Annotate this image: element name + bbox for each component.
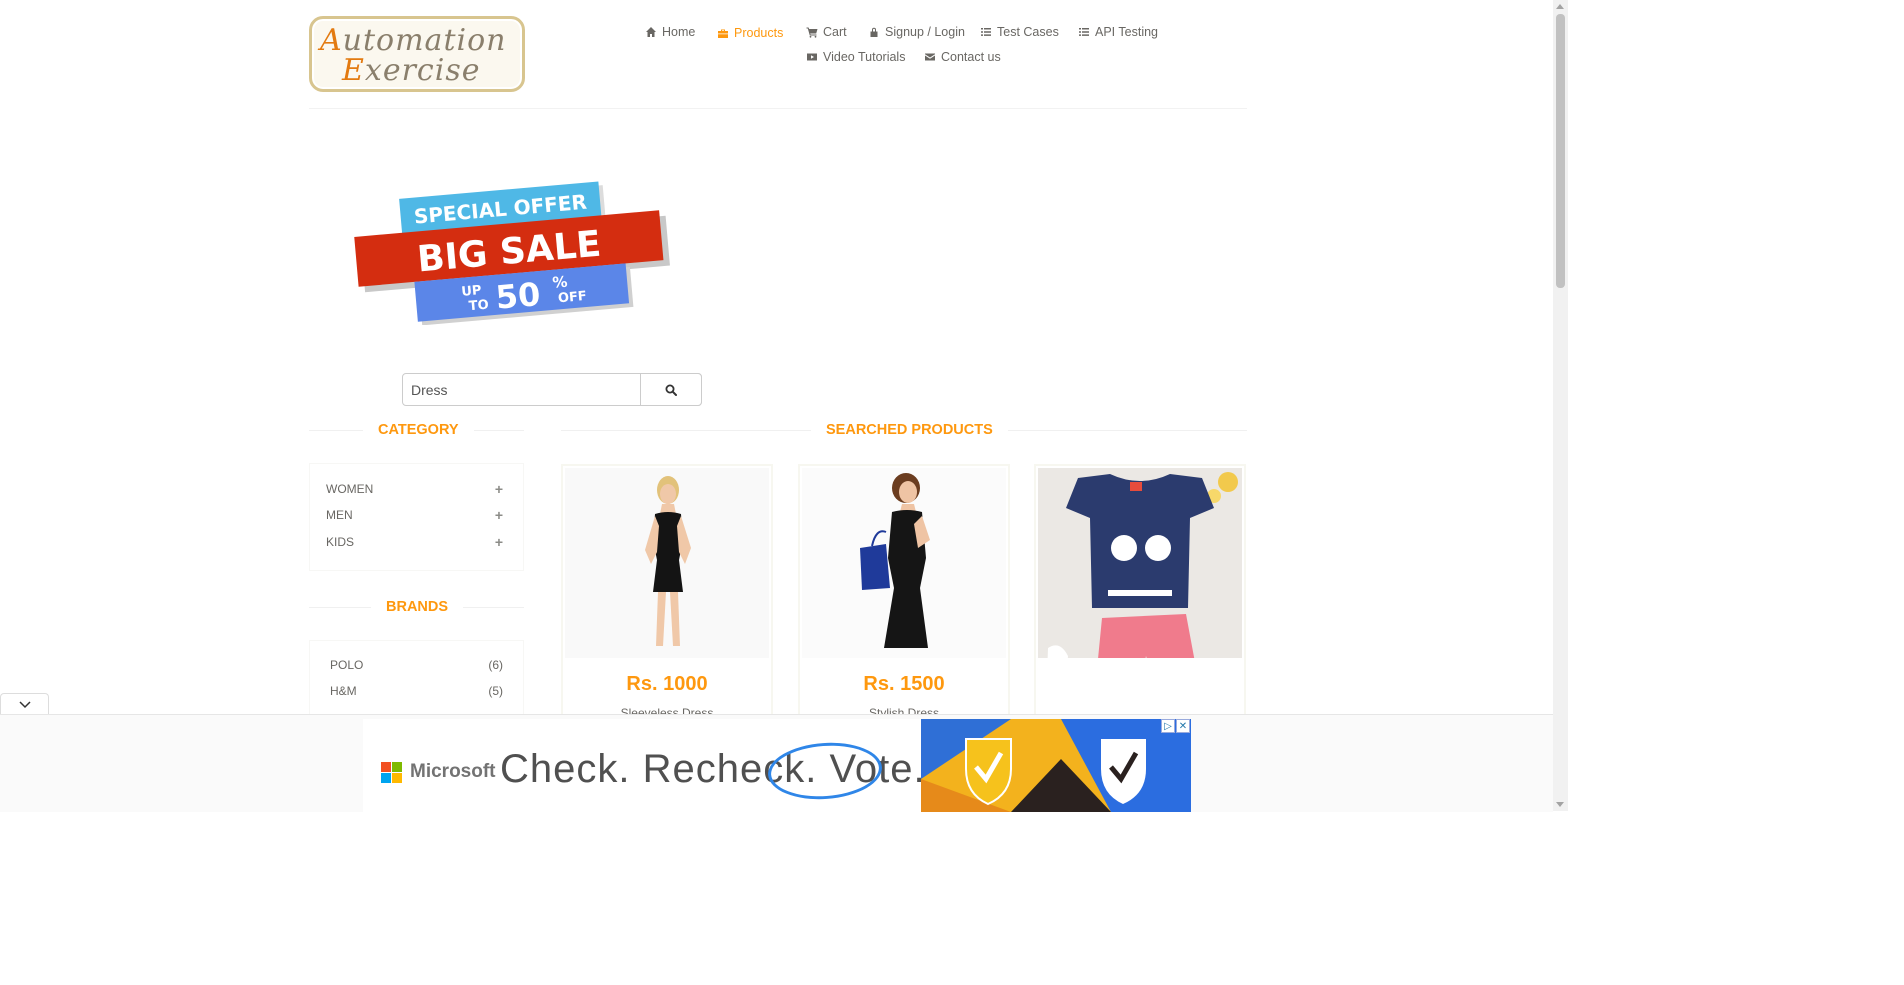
banner-off: OFF bbox=[557, 289, 587, 306]
product-card: Rs. 1500 Stylish Dress bbox=[798, 464, 1010, 724]
nav-test-cases-label: Test Cases bbox=[997, 25, 1059, 39]
scroll-up-icon[interactable] bbox=[1556, 4, 1564, 9]
plus-icon[interactable]: + bbox=[495, 507, 503, 523]
nav-video-tutorials-label: Video Tutorials bbox=[823, 50, 906, 64]
nav-contact-us-label: Contact us bbox=[941, 50, 1001, 64]
nav-home[interactable]: Home bbox=[645, 25, 695, 39]
product-image[interactable] bbox=[565, 468, 769, 658]
youtube-icon bbox=[807, 53, 817, 61]
category-women[interactable]: WOMEN + bbox=[326, 481, 503, 497]
banner-to: TO bbox=[468, 298, 489, 315]
search-button[interactable] bbox=[640, 373, 702, 406]
banner-up: UP bbox=[461, 283, 482, 300]
list-icon bbox=[1079, 28, 1089, 36]
scrollbar-thumb[interactable] bbox=[1556, 14, 1565, 288]
envelope-icon bbox=[925, 53, 935, 61]
advertisement[interactable]: Microsoft Check. Recheck. Vote. ▷ ✕ bbox=[363, 719, 1191, 812]
ad-banner-bar: Microsoft Check. Recheck. Vote. ▷ ✕ bbox=[0, 714, 1553, 812]
brand-hm-count: (5) bbox=[488, 684, 503, 698]
product-card bbox=[1034, 464, 1246, 724]
product-image[interactable] bbox=[1038, 468, 1242, 658]
brand-polo-count: (6) bbox=[488, 658, 503, 672]
nav-signup-login-label: Signup / Login bbox=[885, 25, 965, 39]
products-icon bbox=[718, 29, 728, 38]
brand-hm-label: H&M bbox=[330, 684, 357, 698]
nav-api-testing[interactable]: API Testing bbox=[1078, 25, 1158, 39]
nav-signup-login[interactable]: Signup / Login bbox=[868, 25, 965, 39]
category-kids[interactable]: KIDS + bbox=[326, 534, 503, 550]
chevron-down-icon bbox=[18, 701, 31, 709]
scroll-down-icon[interactable] bbox=[1556, 802, 1564, 807]
category-women-label: WOMEN bbox=[326, 482, 374, 496]
site-logo[interactable]: Automation Exercise bbox=[309, 16, 525, 92]
home-icon bbox=[646, 27, 656, 37]
adchoices-icon[interactable]: ▷ bbox=[1161, 719, 1175, 733]
brands-title: BRANDS bbox=[371, 599, 464, 615]
close-icon[interactable]: ✕ bbox=[1176, 719, 1190, 733]
nav-products-label: Products bbox=[734, 26, 784, 40]
nav-contact-us[interactable]: Contact us bbox=[924, 50, 1001, 64]
category-men[interactable]: MEN + bbox=[326, 507, 503, 523]
ad-collapse-button[interactable] bbox=[0, 693, 49, 716]
product-price: Rs. 1000 bbox=[626, 673, 708, 695]
search-box bbox=[402, 373, 702, 406]
nav-products[interactable]: Products bbox=[717, 26, 783, 40]
category-panel: WOMEN + MEN + KIDS + bbox=[309, 463, 524, 571]
product-card: Rs. 1000 Sleeveless Dress bbox=[561, 464, 773, 724]
nav-video-tutorials[interactable]: Video Tutorials bbox=[806, 50, 905, 64]
list-icon bbox=[981, 28, 991, 36]
plus-icon[interactable]: + bbox=[495, 534, 503, 550]
cart-icon bbox=[806, 27, 818, 38]
nav-api-testing-label: API Testing bbox=[1095, 25, 1159, 39]
product-image[interactable] bbox=[802, 468, 1006, 658]
logo-text-2: xercise bbox=[364, 53, 481, 88]
header-divider bbox=[309, 108, 1247, 109]
plus-icon[interactable]: + bbox=[495, 481, 503, 497]
category-men-label: MEN bbox=[326, 508, 353, 522]
nav-cart-label: Cart bbox=[823, 25, 847, 39]
search-icon bbox=[665, 384, 677, 396]
brand-polo-label: POLO bbox=[330, 658, 364, 672]
ad-artwork bbox=[921, 719, 1191, 812]
brand-polo[interactable]: POLO (6) bbox=[330, 657, 503, 673]
product-price: Rs. 1500 bbox=[863, 673, 945, 695]
page-scrollbar[interactable] bbox=[1553, 0, 1568, 811]
banner-50: 50 bbox=[494, 275, 542, 317]
banner-percent-sign: % bbox=[552, 273, 569, 292]
nav-home-label: Home bbox=[662, 25, 696, 39]
category-title: CATEGORY bbox=[363, 422, 474, 438]
nav-test-cases[interactable]: Test Cases bbox=[980, 25, 1059, 39]
page: Automation Exercise Home Products Cart S… bbox=[0, 0, 1553, 811]
category-kids-label: KIDS bbox=[326, 535, 355, 549]
microsoft-logo: Microsoft bbox=[381, 761, 496, 783]
search-input[interactable] bbox=[403, 374, 641, 405]
sale-banner: SPECIAL OFFER BIG SALE UP TO 50 % OFF bbox=[354, 181, 670, 325]
lock-icon bbox=[870, 27, 878, 37]
searched-products-title: SEARCHED PRODUCTS bbox=[811, 422, 1008, 438]
brand-hm[interactable]: H&M (5) bbox=[330, 683, 503, 699]
ad-advertiser: Microsoft bbox=[410, 761, 496, 782]
nav-cart[interactable]: Cart bbox=[806, 25, 847, 39]
